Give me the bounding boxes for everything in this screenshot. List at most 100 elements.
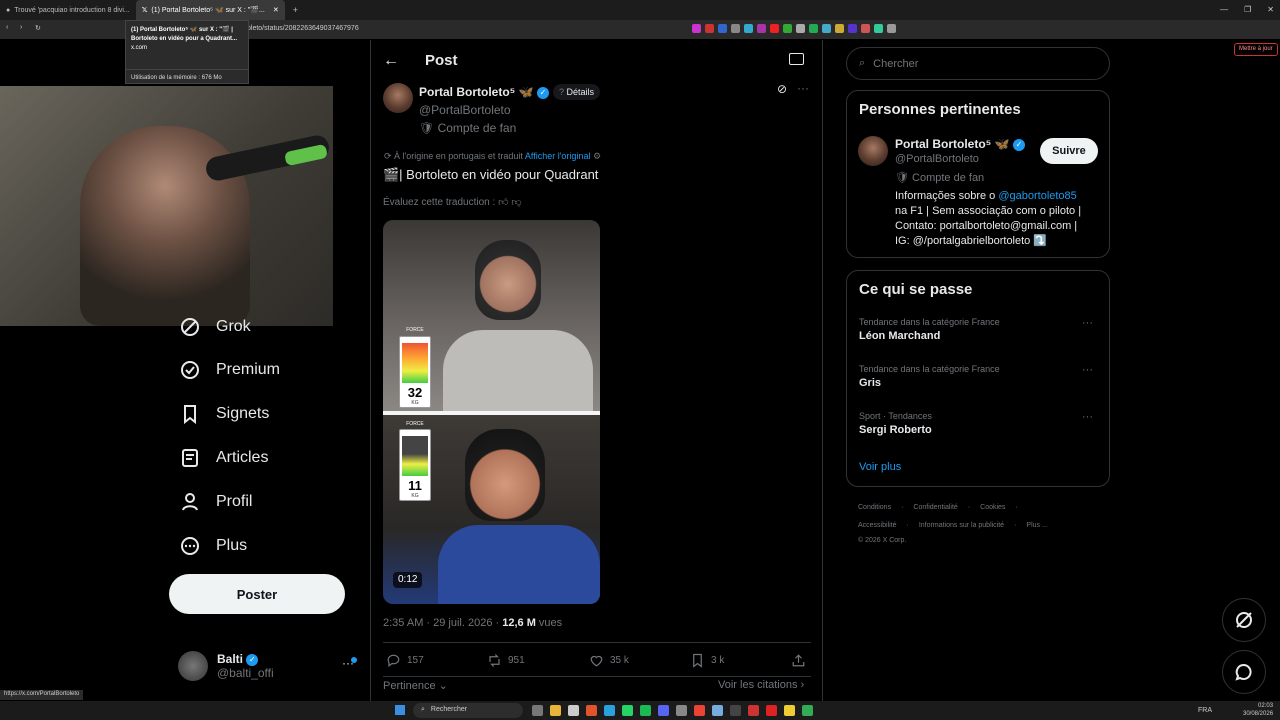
- account-avatar[interactable]: [178, 651, 208, 681]
- ext-9-icon[interactable]: [796, 24, 805, 33]
- minimize-icon[interactable]: —: [1220, 5, 1228, 14]
- sidebar-item-grok[interactable]: Grok: [180, 317, 251, 337]
- app-icon[interactable]: [712, 705, 723, 716]
- view-quotes-link[interactable]: Voir les citations ›: [718, 679, 804, 691]
- maximize-icon[interactable]: ❐: [1244, 5, 1251, 14]
- close-window-icon[interactable]: ✕: [1267, 5, 1274, 14]
- show-more-link[interactable]: Voir plus: [859, 461, 901, 473]
- discord-icon[interactable]: [658, 705, 669, 716]
- sidebar-item-profil[interactable]: Profil: [180, 492, 252, 512]
- tab-search[interactable]: ● Trouvé 'pacquiao introduction 8 divi...: [0, 0, 136, 20]
- taskbar-search[interactable]: ⌕ Rechercher: [413, 703, 523, 718]
- ext-16-icon[interactable]: [887, 24, 896, 33]
- language-indicator[interactable]: FRA: [1198, 707, 1212, 714]
- sidebar-item-articles[interactable]: Articles: [180, 448, 268, 468]
- ext-1-icon[interactable]: [692, 24, 701, 33]
- author-avatar[interactable]: [383, 83, 413, 113]
- brave-icon[interactable]: [586, 705, 597, 716]
- grok-fab[interactable]: [1222, 598, 1266, 642]
- account-name: Balti: [217, 652, 244, 666]
- post-compose-button[interactable]: Poster: [169, 574, 345, 614]
- whatsapp-icon[interactable]: [622, 705, 633, 716]
- clock[interactable]: 02:03 30/08/2026: [1243, 702, 1273, 718]
- taskview-icon[interactable]: [532, 705, 543, 716]
- ext-4-icon[interactable]: [731, 24, 740, 33]
- app-icon[interactable]: [730, 705, 741, 716]
- show-original-link[interactable]: Afficher l'original: [525, 151, 591, 161]
- relevant-handle[interactable]: @PortalBortoleto: [895, 153, 979, 165]
- tab-x-post[interactable]: 𝕏 (1) Portal Bortoleto⁵ 🦋 sur X : "🎬... ✕: [135, 0, 285, 20]
- footer-link[interactable]: Confidentialité: [913, 504, 957, 511]
- chrome-icon[interactable]: [694, 705, 705, 716]
- explorer-icon[interactable]: [550, 705, 561, 716]
- repost-button[interactable]: 951: [487, 653, 525, 668]
- app-icon[interactable]: [568, 705, 579, 716]
- author-handle[interactable]: @PortalBortoleto: [419, 103, 511, 117]
- ext-6-icon[interactable]: [757, 24, 766, 33]
- bio-mention-link[interactable]: @gabortoleto85: [998, 190, 1076, 202]
- post-video[interactable]: FORCE 32 KG FORCE 11 KG 0:12: [383, 220, 600, 604]
- trend-more-icon[interactable]: ···: [1082, 317, 1093, 329]
- trend-more-icon[interactable]: ···: [1082, 364, 1093, 376]
- close-tab-icon[interactable]: ✕: [273, 6, 279, 14]
- footer-link[interactable]: Conditions: [858, 504, 891, 511]
- ext-5-icon[interactable]: [744, 24, 753, 33]
- follow-button[interactable]: Suivre: [1040, 138, 1098, 164]
- search-box[interactable]: ⌕ Chercher: [846, 47, 1110, 80]
- new-tab-button[interactable]: +: [293, 5, 298, 15]
- reader-mode-icon[interactable]: [789, 53, 804, 65]
- update-button[interactable]: Mettre à jour: [1234, 43, 1278, 56]
- footer-link[interactable]: Accessibilité: [858, 522, 897, 529]
- sort-dropdown[interactable]: Pertinence ⌄: [383, 679, 448, 692]
- relevant-avatar[interactable]: [858, 136, 888, 166]
- spotify-icon[interactable]: [640, 705, 651, 716]
- reload-icon[interactable]: ↻: [35, 24, 41, 32]
- back-icon[interactable]: ‹: [6, 24, 8, 31]
- post-more-icon[interactable]: ···: [797, 81, 809, 95]
- author-name[interactable]: Portal Bortoleto⁵ 🦋 ✓: [419, 85, 549, 99]
- ext-15-icon[interactable]: [874, 24, 883, 33]
- ext-12-icon[interactable]: [835, 24, 844, 33]
- account-switcher[interactable]: Balti ✓ @balti_offi: [217, 652, 274, 680]
- bookmark-button[interactable]: 3 k: [690, 653, 724, 668]
- ext-13-icon[interactable]: [848, 24, 857, 33]
- footer-link[interactable]: Cookies: [980, 504, 1005, 511]
- like-button[interactable]: 35 k: [589, 653, 629, 668]
- trend-more-icon[interactable]: ···: [1082, 411, 1093, 423]
- trend-item[interactable]: Tendance dans la catégorie France Léon Ma…: [859, 317, 1099, 342]
- trend-item[interactable]: Sport · Tendances Sergi Roberto ···: [859, 411, 1099, 436]
- thumbs-down-icon[interactable]: 👎︎: [511, 197, 521, 208]
- back-arrow-icon[interactable]: ←: [383, 52, 399, 70]
- details-button[interactable]: ? Détails: [553, 84, 601, 100]
- ext-8-icon[interactable]: [783, 24, 792, 33]
- reply-button[interactable]: 157: [386, 653, 424, 668]
- ext-3-icon[interactable]: [718, 24, 727, 33]
- footer-link[interactable]: Informations sur la publicité: [919, 522, 1004, 529]
- search-input[interactable]: Chercher: [873, 58, 918, 70]
- sidebar-item-premium[interactable]: Premium: [180, 360, 280, 380]
- footer-link[interactable]: Plus ...: [1026, 522, 1047, 529]
- sidebar-item-plus[interactable]: Plus: [180, 536, 247, 556]
- relevant-name[interactable]: Portal Bortoleto⁵ 🦋 ✓: [895, 137, 1025, 151]
- messages-fab[interactable]: [1222, 650, 1266, 694]
- app-icon[interactable]: [802, 705, 813, 716]
- share-button[interactable]: [791, 653, 806, 668]
- telegram-icon[interactable]: [604, 705, 615, 716]
- sidebar-item-signets[interactable]: Signets: [180, 404, 269, 424]
- url-field[interactable]: oleto/status/2082263649037467976: [247, 25, 359, 32]
- app-icon[interactable]: [766, 705, 777, 716]
- ext-10-icon[interactable]: [809, 24, 818, 33]
- grok-explain-icon[interactable]: ⊘: [777, 82, 787, 96]
- settings-icon[interactable]: ⚙: [593, 151, 601, 161]
- windows-start-icon[interactable]: [395, 705, 405, 715]
- app-icon[interactable]: [748, 705, 759, 716]
- ext-14-icon[interactable]: [861, 24, 870, 33]
- trend-item[interactable]: Tendance dans la catégorie France Gris ···: [859, 364, 1099, 389]
- ext-7-icon[interactable]: [770, 24, 779, 33]
- ext-11-icon[interactable]: [822, 24, 831, 33]
- app-icon[interactable]: [784, 705, 795, 716]
- thumbs-up-icon[interactable]: 👍︎: [498, 197, 508, 208]
- forward-icon[interactable]: ›: [20, 24, 22, 31]
- ext-2-icon[interactable]: [705, 24, 714, 33]
- app-icon[interactable]: [676, 705, 687, 716]
